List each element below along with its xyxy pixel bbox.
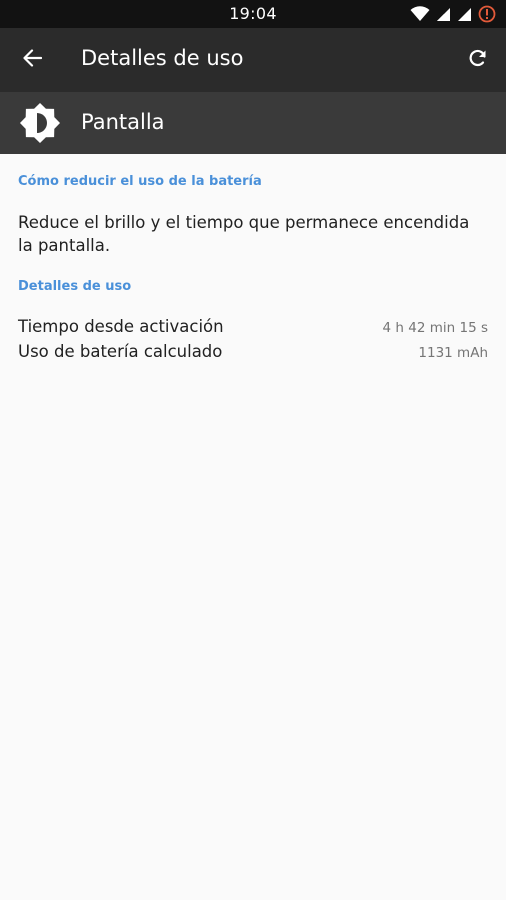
back-button[interactable] <box>12 40 52 80</box>
alert-icon <box>478 5 496 23</box>
usage-value: 1131 mAh <box>418 345 488 361</box>
usage-label: Tiempo desde activación <box>18 317 224 336</box>
app-name: Pantalla <box>81 110 165 134</box>
app-bar: Detalles de uso <box>0 28 506 92</box>
usage-label: Uso de batería calculado <box>18 342 223 361</box>
section-header-reduce: Cómo reducir el uso de la batería <box>18 174 262 189</box>
section-header-usage: Detalles de uso <box>18 279 132 294</box>
status-icons <box>410 5 496 23</box>
usage-list: Tiempo desde activación 4 h 42 min 15 s … <box>18 317 488 367</box>
page-title: Detalles de uso <box>81 46 244 70</box>
app-header: Pantalla <box>0 92 506 154</box>
status-bar: 19:04 <box>0 0 506 28</box>
wifi-icon <box>410 6 430 22</box>
reduce-tip[interactable]: Reduce el brillo y el tiempo que permane… <box>18 211 488 257</box>
list-item: Uso de batería calculado 1131 mAh <box>18 342 488 367</box>
signal-icon <box>457 6 472 22</box>
list-item: Tiempo desde activación 4 h 42 min 15 s <box>18 317 488 342</box>
refresh-icon <box>468 48 488 72</box>
content: Cómo reducir el uso de la batería Reduce… <box>0 154 506 367</box>
refresh-button[interactable] <box>458 40 498 80</box>
usage-value: 4 h 42 min 15 s <box>382 320 488 336</box>
brightness-icon <box>18 101 62 145</box>
arrow-left-icon <box>22 49 43 71</box>
signal-icon <box>436 6 451 22</box>
